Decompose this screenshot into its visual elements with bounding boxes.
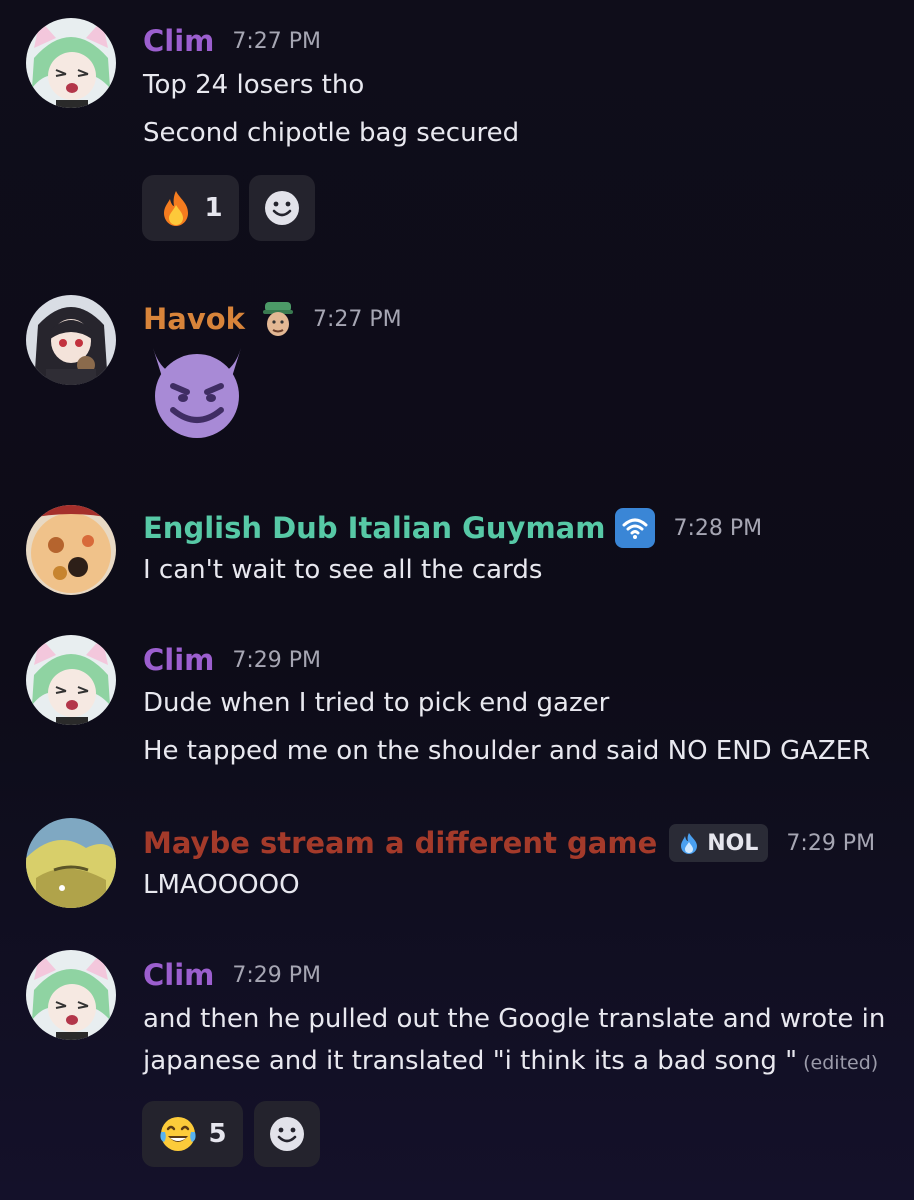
timestamp: 7:27 PM bbox=[232, 28, 322, 54]
emoji-message bbox=[143, 340, 251, 444]
avatar-clim[interactable] bbox=[26, 950, 116, 1040]
message-text: and then he pulled out the Google transl… bbox=[143, 1004, 886, 1034]
message-text: LMAOOOOO bbox=[143, 870, 300, 900]
username[interactable]: Clim bbox=[143, 643, 214, 677]
wifi-badge bbox=[615, 508, 656, 548]
reaction-fire[interactable]: 1 bbox=[142, 175, 239, 241]
role-icon-avatar bbox=[261, 300, 295, 338]
message-text: Second chipotle bag secured bbox=[143, 118, 520, 148]
username[interactable]: Havok bbox=[143, 302, 245, 336]
tears-of-joy-icon bbox=[160, 1117, 197, 1151]
avatar-clim[interactable] bbox=[26, 18, 116, 108]
edited-label: (edited) bbox=[803, 1052, 879, 1074]
message-text: He tapped me on the shoulder and said NO… bbox=[143, 736, 871, 766]
username[interactable]: Clim bbox=[143, 958, 214, 992]
add-reaction-button[interactable] bbox=[249, 175, 315, 241]
timestamp: 7:29 PM bbox=[786, 830, 876, 856]
add-reaction-button[interactable] bbox=[254, 1101, 320, 1167]
add-reaction-icon bbox=[270, 1117, 304, 1151]
tag-label: NOL bbox=[707, 830, 759, 856]
username[interactable]: English Dub Italian Guymam bbox=[143, 511, 605, 545]
reaction-tears-of-joy[interactable]: 5 bbox=[142, 1101, 243, 1167]
reaction-count: 5 bbox=[208, 1119, 227, 1149]
username[interactable]: Maybe stream a different game bbox=[143, 826, 657, 860]
timestamp: 7:28 PM bbox=[673, 515, 763, 541]
add-reaction-icon bbox=[265, 191, 299, 225]
avatar-clim[interactable] bbox=[26, 635, 116, 725]
avatar-english-dub[interactable] bbox=[26, 505, 116, 595]
timestamp: 7:27 PM bbox=[312, 306, 402, 332]
server-tag[interactable]: NOL bbox=[669, 824, 769, 862]
wifi-icon bbox=[622, 518, 648, 539]
avatar-havok[interactable] bbox=[26, 295, 116, 385]
message-text: Top 24 losers tho bbox=[143, 70, 365, 100]
username[interactable]: Clim bbox=[143, 24, 214, 58]
message-text: japanese and it translated "i think its … bbox=[143, 1046, 878, 1076]
fire-icon bbox=[164, 191, 189, 226]
reaction-count: 1 bbox=[204, 193, 223, 223]
message-text: I can't wait to see all the cards bbox=[143, 555, 543, 585]
timestamp: 7:29 PM bbox=[232, 647, 322, 673]
smiling-devil-icon bbox=[153, 348, 241, 438]
message-text: Dude when I tried to pick end gazer bbox=[143, 688, 610, 718]
timestamp: 7:29 PM bbox=[232, 962, 322, 988]
avatar-maybe-stream[interactable] bbox=[26, 818, 116, 908]
blue-flame-icon bbox=[681, 833, 698, 854]
message-text-body: japanese and it translated "i think its … bbox=[143, 1046, 798, 1076]
